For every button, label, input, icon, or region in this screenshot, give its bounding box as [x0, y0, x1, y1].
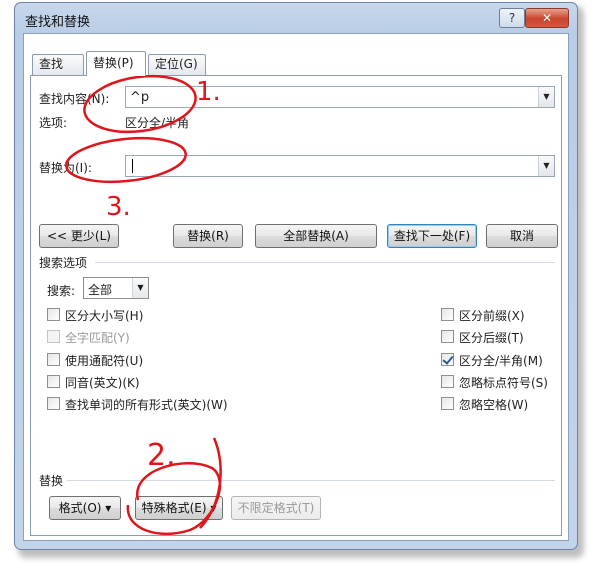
replace-with-label: 替换为(I):: [39, 161, 92, 175]
chevron-down-icon[interactable]: ▼: [538, 156, 554, 176]
match-prefix-checkbox[interactable]: [441, 308, 454, 321]
replace-with-combo[interactable]: ▼: [125, 155, 555, 177]
match-width-label[interactable]: 区分全/半角(M): [459, 352, 543, 369]
ignore-punctuation-label[interactable]: 忽略标点符号(S): [459, 374, 548, 391]
wildcards-label[interactable]: 使用通配符(U): [65, 352, 143, 369]
replace-section-title: 替换: [39, 474, 64, 488]
tab-replace[interactable]: 替换(P): [86, 51, 146, 76]
whole-word-checkbox: [47, 330, 60, 343]
search-direction-label: 搜索:: [47, 284, 76, 298]
format-button[interactable]: 格式(O) ▾: [49, 496, 121, 520]
chevron-down-icon[interactable]: ▼: [538, 87, 554, 107]
text-caret: [132, 159, 133, 173]
dialog-body: 查找(D) 替换(P) 定位(G) 查找内容(N): ^p ▼ 选项: 区分全/…: [23, 33, 569, 541]
chevron-down-icon[interactable]: ▼: [132, 278, 148, 298]
ignore-space-checkbox[interactable]: [441, 397, 454, 410]
match-case-label[interactable]: 区分大小写(H): [65, 307, 143, 324]
search-options-title: 搜索选项: [39, 256, 88, 270]
options-value: 区分全/半角: [125, 116, 190, 130]
search-direction-select[interactable]: 全部 ▼: [83, 277, 149, 299]
sounds-like-checkbox[interactable]: [47, 375, 60, 388]
match-suffix-checkbox[interactable]: [441, 330, 454, 343]
match-width-checkbox[interactable]: [441, 353, 454, 366]
find-what-combo[interactable]: ^p ▼: [125, 86, 555, 108]
match-suffix-label[interactable]: 区分后缀(T): [459, 329, 524, 346]
word-forms-checkbox[interactable]: [47, 397, 60, 410]
ignore-punctuation-checkbox[interactable]: [441, 375, 454, 388]
help-button[interactable]: ?: [499, 8, 525, 28]
sounds-like-label[interactable]: 同音(英文)(K): [65, 374, 140, 391]
tab-goto[interactable]: 定位(G): [148, 54, 206, 75]
options-label: 选项:: [39, 116, 68, 130]
match-prefix-label[interactable]: 区分前缀(X): [459, 307, 525, 324]
title-bar: 查找和替换 ? ✕: [15, 3, 577, 33]
tab-find[interactable]: 查找(D): [32, 54, 84, 90]
search-direction-value: 全部: [88, 283, 113, 297]
match-case-checkbox[interactable]: [47, 308, 60, 321]
find-replace-dialog: 查找和替换 ? ✕ 查找(D) 替换(P) 定位(G) 查找内容(N): ^p …: [14, 2, 578, 550]
close-button[interactable]: ✕: [525, 8, 569, 28]
no-formatting-button: 不限定格式(T): [231, 496, 321, 520]
wildcards-checkbox[interactable]: [47, 353, 60, 366]
whole-word-label: 全字匹配(Y): [65, 331, 130, 345]
replace-all-button[interactable]: 全部替换(A): [255, 224, 377, 248]
less-button[interactable]: << 更少(L): [39, 224, 119, 248]
replace-tab-panel: 查找内容(N): ^p ▼ 选项: 区分全/半角 替换为(I): ▼ << 更少…: [30, 75, 562, 536]
cancel-button[interactable]: 取消: [486, 224, 558, 248]
find-next-button[interactable]: 查找下一处(F): [387, 224, 477, 248]
find-what-label: 查找内容(N):: [39, 92, 110, 106]
special-format-button[interactable]: 特殊格式(E) ▾: [135, 496, 223, 520]
divider: [95, 262, 555, 263]
divider: [67, 480, 555, 481]
word-forms-label[interactable]: 查找单词的所有形式(英文)(W): [65, 396, 228, 413]
replace-button[interactable]: 替换(R): [173, 224, 243, 248]
window-title: 查找和替换: [25, 15, 91, 30]
ignore-space-label[interactable]: 忽略空格(W): [459, 396, 528, 413]
find-what-value: ^p: [130, 90, 150, 105]
